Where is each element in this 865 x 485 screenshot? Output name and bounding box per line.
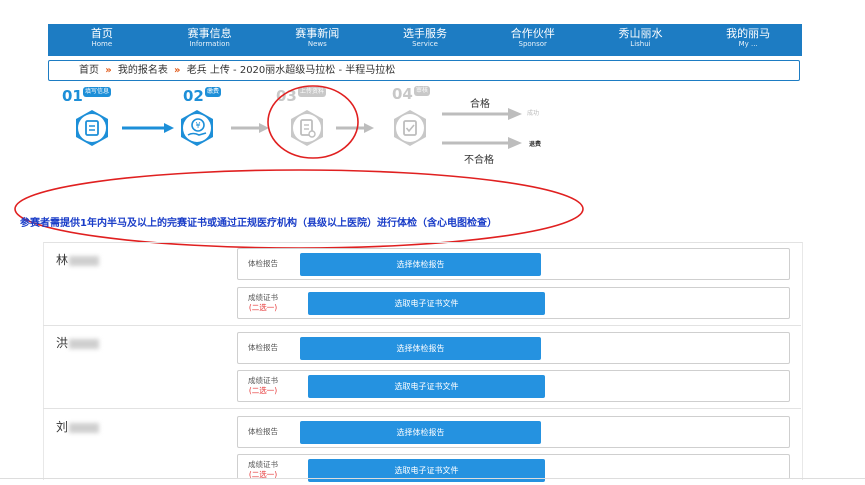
participant-name-text: 林 xyxy=(56,253,69,267)
review-icon xyxy=(394,110,426,146)
health-report-row: 体检报告 选择体检报告 xyxy=(237,248,790,280)
participant-name-text: 洪 xyxy=(56,336,69,350)
certificate-label: 成绩证书 (二选一) xyxy=(238,371,288,401)
payment-icon: ¥ xyxy=(181,110,213,146)
fail-arrow-icon xyxy=(442,137,522,149)
annotation-ellipse xyxy=(14,169,584,249)
success-label: 成功 xyxy=(527,110,540,117)
certificate-label-text: 成绩证书 xyxy=(248,376,278,385)
step-arrow-icon xyxy=(231,123,269,133)
svg-text:¥: ¥ xyxy=(195,121,200,130)
certificate-label-text: 成绩证书 xyxy=(248,460,278,469)
step-1-number: 01 xyxy=(62,87,83,105)
select-certificate-button[interactable]: 选取电子证书文件 xyxy=(308,292,545,315)
certificate-row: 成绩证书 (二选一) 选取电子证书文件 xyxy=(237,370,790,402)
certificate-label: 成绩证书 (二选一) xyxy=(238,455,288,485)
health-report-label: 体检报告 xyxy=(238,333,288,363)
participant-name: 洪 xyxy=(56,334,100,351)
row-divider xyxy=(43,325,801,326)
certificate-label: 成绩证书 (二选一) xyxy=(238,288,288,318)
redacted-name-blur xyxy=(69,255,100,266)
participant-name-text: 刘 xyxy=(56,420,69,434)
pass-arrow-icon xyxy=(442,108,522,120)
health-report-row: 体检报告 选择体检报告 xyxy=(237,416,790,448)
step-2-tag: 缴费 xyxy=(205,87,222,97)
choose-one-note: (二选一) xyxy=(248,303,278,312)
step-4-number: 04 xyxy=(392,85,413,103)
step-arrow-icon xyxy=(122,123,174,133)
step-1-tag: 填写信息 xyxy=(83,87,112,97)
requirement-notice: 参赛者需提供1年内半马及以上的完赛证书或通过正规医疗机构（县级以上医院）进行体检… xyxy=(20,218,497,229)
annotation-circle xyxy=(267,85,359,159)
certificate-row: 成绩证书 (二选一) 选取电子证书文件 xyxy=(237,287,790,319)
step-4-tag: 审核 xyxy=(414,86,431,96)
step-2-number: 02 xyxy=(183,87,204,105)
participant-name: 林 xyxy=(56,251,100,268)
health-report-label-text: 体检报告 xyxy=(248,427,278,436)
certificate-label-text: 成绩证书 xyxy=(248,293,278,302)
health-report-label: 体检报告 xyxy=(238,249,288,279)
health-report-row: 体检报告 选择体检报告 xyxy=(237,332,790,364)
redacted-name-blur xyxy=(69,422,100,433)
fail-label: 不合格 xyxy=(464,155,494,166)
select-health-report-button[interactable]: 选择体检报告 xyxy=(300,253,541,276)
select-certificate-button[interactable]: 选取电子证书文件 xyxy=(308,375,545,398)
form-icon xyxy=(76,110,108,146)
select-health-report-button[interactable]: 选择体检报告 xyxy=(300,337,541,360)
row-divider xyxy=(43,408,801,409)
health-report-label-text: 体检报告 xyxy=(248,259,278,268)
choose-one-note: (二选一) xyxy=(248,386,278,395)
health-report-label: 体检报告 xyxy=(238,417,288,447)
redacted-name-blur xyxy=(69,338,100,349)
participant-name: 刘 xyxy=(56,418,100,435)
certificate-row: 成绩证书 (二选一) 选取电子证书文件 xyxy=(237,454,790,482)
health-report-label-text: 体检报告 xyxy=(248,343,278,352)
refund-label: 退费 xyxy=(529,141,542,148)
select-health-report-button[interactable]: 选择体检报告 xyxy=(300,421,541,444)
